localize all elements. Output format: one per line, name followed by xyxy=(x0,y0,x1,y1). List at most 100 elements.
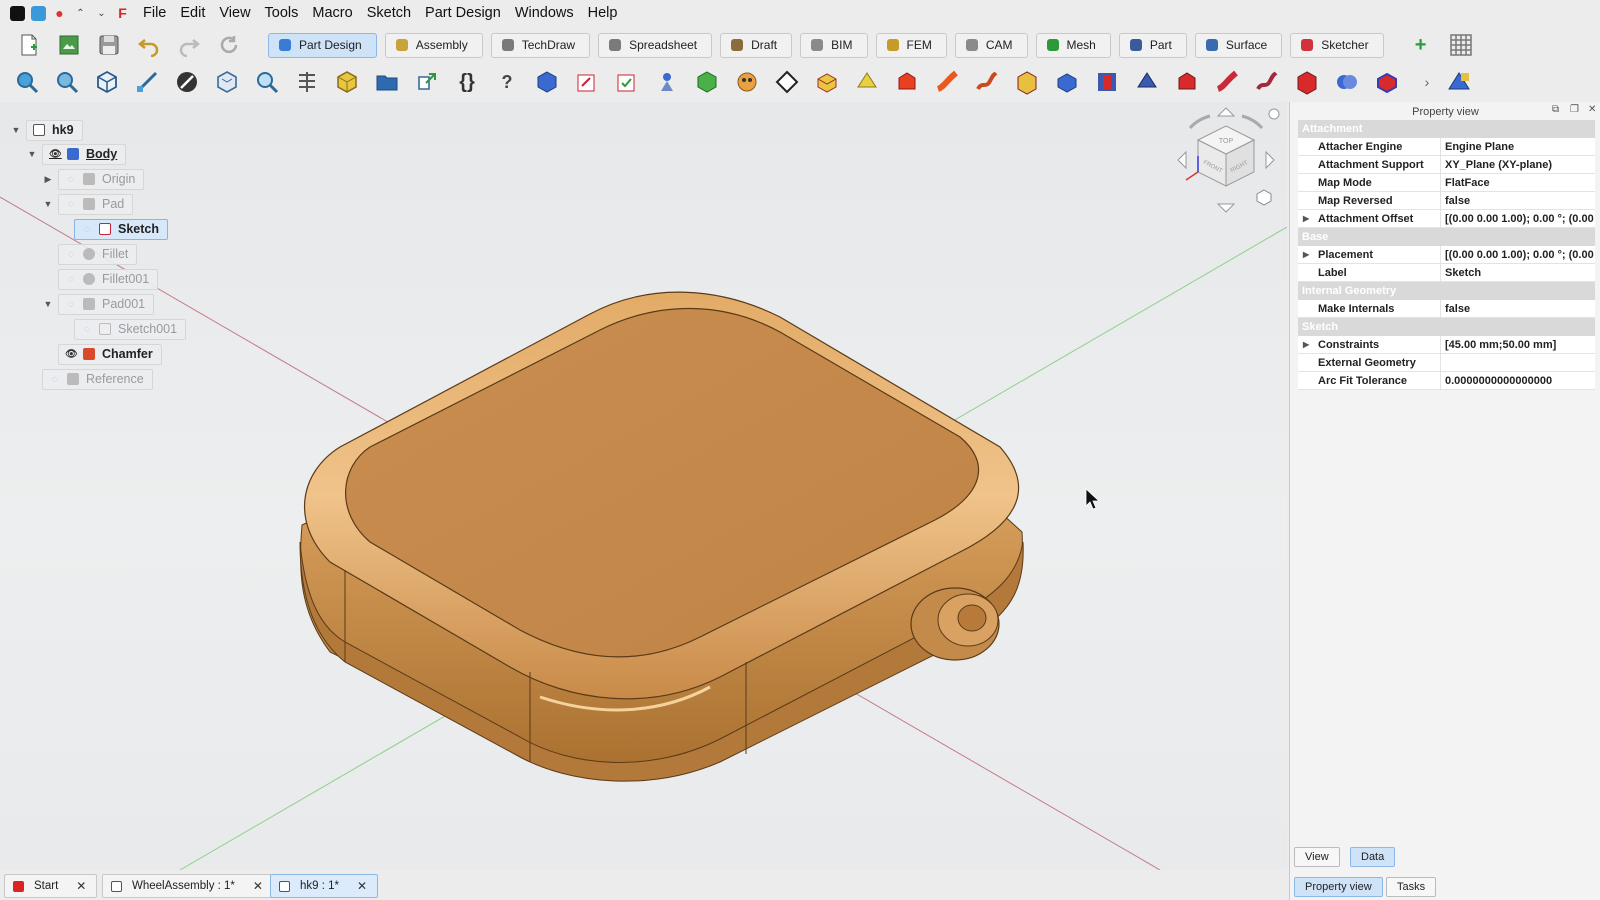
sketch-attach-icon[interactable] xyxy=(1446,69,1472,95)
new-document-icon[interactable] xyxy=(14,30,44,60)
nav-arrow-up-icon[interactable] xyxy=(1216,107,1236,117)
boolean-icon[interactable] xyxy=(1334,69,1360,95)
app-icon[interactable] xyxy=(31,5,46,21)
workbench-tab-draft[interactable]: Draft xyxy=(720,32,793,58)
property-row[interactable]: External Geometry xyxy=(1298,354,1595,372)
navigation-cube[interactable]: TOP FRONT RIGHT xyxy=(1176,106,1284,214)
menu-tools[interactable]: Tools xyxy=(258,0,306,26)
workbench-tab-surface[interactable]: Surface xyxy=(1194,32,1283,58)
property-value[interactable]: [(0.00 0.00 1.00); 0.00 °; (0.00 ... xyxy=(1441,210,1595,227)
workbench-tab-part[interactable]: Part xyxy=(1118,32,1187,58)
workbench-tab-techdraw[interactable]: TechDraw xyxy=(490,32,591,58)
model-scene[interactable] xyxy=(0,102,1287,870)
bounding-box-icon[interactable] xyxy=(214,69,240,95)
create-body-icon[interactable] xyxy=(534,69,560,95)
create-sketch-icon[interactable] xyxy=(574,69,600,95)
restore-panel-icon[interactable]: ❐ xyxy=(1570,104,1579,115)
workbench-tab-mesh[interactable]: Mesh xyxy=(1035,32,1111,58)
tree-item-reference[interactable]: ◌ Reference xyxy=(42,368,153,390)
view-mini-cube-icon[interactable] xyxy=(1256,189,1272,206)
view-menu-icon[interactable] xyxy=(1268,108,1280,120)
close-window-icon[interactable]: ● xyxy=(52,5,67,21)
tree-item-fillet[interactable]: ◌ Fillet xyxy=(58,243,138,265)
fit-all-icon[interactable] xyxy=(14,69,40,95)
property-value[interactable]: false xyxy=(1441,192,1595,209)
property-group-header[interactable]: Attachment xyxy=(1298,120,1595,138)
hidden-eye-icon[interactable]: ◌ xyxy=(49,374,61,385)
visibility-eye-icon[interactable]: 👁 xyxy=(49,149,62,160)
expand-icon[interactable]: ▶ xyxy=(1303,210,1309,227)
chevron-down-icon[interactable]: ⌄ xyxy=(94,6,109,21)
draw-style-icon[interactable] xyxy=(174,69,200,95)
close-tab-icon[interactable]: ✕ xyxy=(76,879,86,893)
part-container-icon[interactable] xyxy=(334,69,360,95)
nav-arrow-left-icon[interactable] xyxy=(1177,150,1187,170)
apple-icon[interactable] xyxy=(10,5,25,21)
3d-viewport[interactable]: ▼ hk9 ▼ 👁 Body ▶ ◌ Origin ▼ ◌ Pad ◌ Sket… xyxy=(0,102,1287,870)
hidden-eye-icon[interactable]: ◌ xyxy=(65,274,77,285)
property-row[interactable]: ▶ Attachment Offset [(0.00 0.00 1.00); 0.0… xyxy=(1298,210,1595,228)
zoom-box-icon[interactable] xyxy=(254,69,280,95)
property-group-header[interactable]: Sketch xyxy=(1298,318,1595,336)
isometric-view-icon[interactable] xyxy=(94,69,120,95)
more-tools-icon[interactable]: › xyxy=(1414,69,1440,95)
workbench-tab-spreadsheet[interactable]: Spreadsheet xyxy=(598,32,713,58)
property-value[interactable]: Sketch xyxy=(1441,264,1595,281)
clone-icon[interactable] xyxy=(694,69,720,95)
property-row[interactable]: Label Sketch xyxy=(1298,264,1595,282)
property-row[interactable]: Attacher Engine Engine Plane xyxy=(1298,138,1595,156)
link-icon[interactable] xyxy=(414,69,440,95)
property-value[interactable]: 0.0000000000000000 xyxy=(1441,372,1595,389)
additive-helix-icon[interactable] xyxy=(974,69,1000,95)
subtractive-pipe-icon[interactable] xyxy=(1214,69,1240,95)
rotate-right-icon[interactable] xyxy=(1241,114,1264,130)
property-value[interactable]: [45.00 mm;50.00 mm] xyxy=(1441,336,1595,353)
sub-shape-binder-icon[interactable] xyxy=(734,69,760,95)
tab-view[interactable]: View xyxy=(1294,847,1340,867)
refresh-icon[interactable] xyxy=(214,30,244,60)
expand-icon[interactable]: ▶ xyxy=(1303,246,1309,263)
measure-icon[interactable] xyxy=(134,69,160,95)
additive-box-icon[interactable] xyxy=(1014,69,1040,95)
validate-sketch-icon[interactable] xyxy=(614,69,640,95)
hidden-eye-icon[interactable]: ◌ xyxy=(81,224,93,235)
groove-icon[interactable] xyxy=(1134,69,1160,95)
close-panel-icon[interactable]: ✕ xyxy=(1588,104,1596,115)
property-row[interactable]: Arc Fit Tolerance 0.0000000000000000 xyxy=(1298,372,1595,390)
menu-windows[interactable]: Windows xyxy=(508,0,581,26)
property-row[interactable]: Attachment Support XY_Plane (XY-plane) xyxy=(1298,156,1595,174)
grid-icon[interactable] xyxy=(1446,30,1476,60)
tab-tasks[interactable]: Tasks xyxy=(1386,877,1437,897)
section-icon[interactable] xyxy=(294,69,320,95)
collapse-icon[interactable]: ▼ xyxy=(42,199,54,209)
additive-pipe-icon[interactable] xyxy=(934,69,960,95)
doc-tab-hk9[interactable]: hk9 : 1* ✕ xyxy=(270,874,379,898)
subtractive-box-icon[interactable] xyxy=(1294,69,1320,95)
add-workbench-icon[interactable]: + xyxy=(1406,30,1436,60)
menu-help[interactable]: Help xyxy=(581,0,625,26)
hidden-eye-icon[interactable]: ◌ xyxy=(81,324,93,335)
collapse-icon[interactable]: ▼ xyxy=(42,299,54,309)
pad-icon[interactable] xyxy=(814,69,840,95)
hole-icon[interactable] xyxy=(1094,69,1120,95)
workbench-tab-assembly[interactable]: Assembly xyxy=(384,32,483,58)
folder-icon[interactable] xyxy=(374,69,400,95)
nav-arrow-down-icon[interactable] xyxy=(1216,203,1236,213)
save-icon[interactable] xyxy=(94,30,124,60)
subtractive-helix-icon[interactable] xyxy=(1254,69,1280,95)
hidden-eye-icon[interactable]: ◌ xyxy=(65,174,77,185)
tree-item-pad[interactable]: ▼ ◌ Pad xyxy=(42,193,134,215)
open-document-icon[interactable] xyxy=(54,30,84,60)
tree-item-fillet001[interactable]: ◌ Fillet001 xyxy=(58,268,159,290)
property-group-header[interactable]: Internal Geometry xyxy=(1298,282,1595,300)
whats-this-icon[interactable]: ? xyxy=(494,69,520,95)
menu-sketch[interactable]: Sketch xyxy=(360,0,418,26)
hidden-eye-icon[interactable]: ◌ xyxy=(65,199,77,210)
tree-item-origin[interactable]: ▶ ◌ Origin xyxy=(42,168,145,190)
workbench-tab-fem[interactable]: FEM xyxy=(875,32,947,58)
property-group-header[interactable]: Base xyxy=(1298,228,1595,246)
workbench-tab-part-design[interactable]: Part Design xyxy=(268,32,377,58)
tree-item-sketch[interactable]: ◌ Sketch xyxy=(74,218,168,240)
tree-item-body[interactable]: ▼ 👁 Body xyxy=(26,143,127,165)
property-value[interactable]: FlatFace xyxy=(1441,174,1595,191)
